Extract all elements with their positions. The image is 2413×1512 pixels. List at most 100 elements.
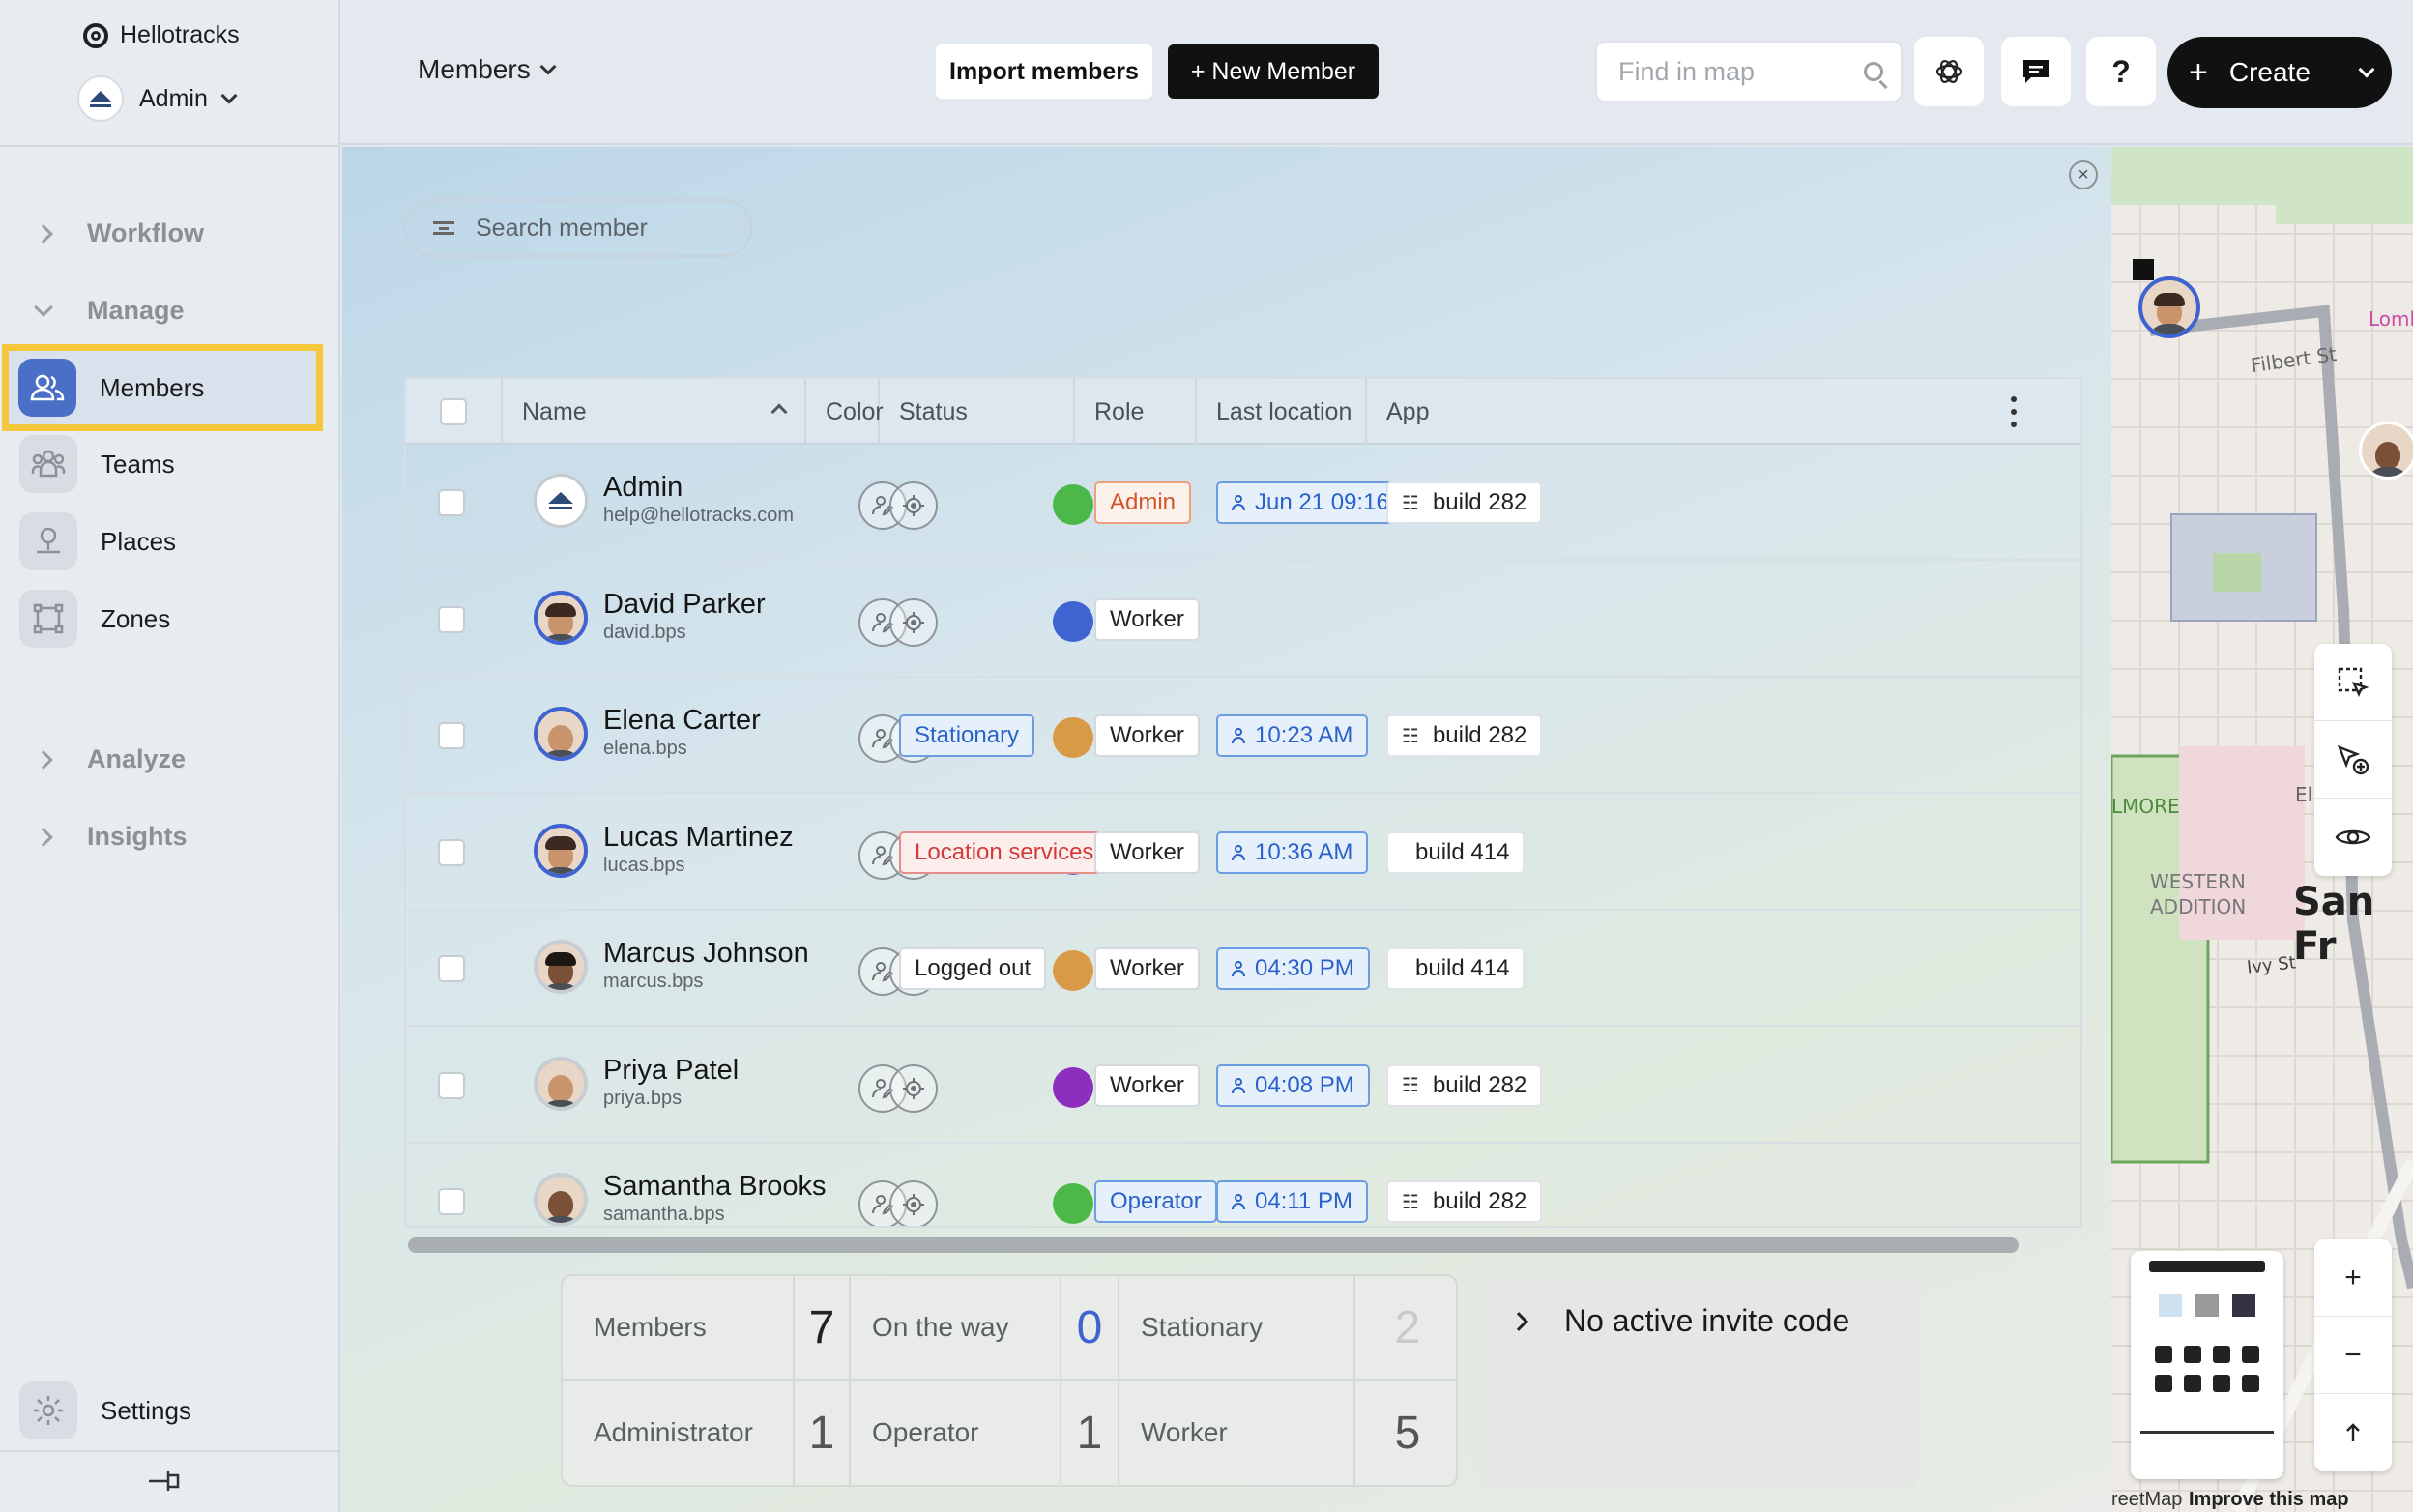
- person-icon: [1232, 1194, 1245, 1209]
- last-location-button[interactable]: 10:36 AM: [1216, 830, 1369, 874]
- column-color[interactable]: Color: [806, 379, 884, 445]
- section-workflow[interactable]: Workflow: [34, 218, 204, 248]
- sidebar-item-zones[interactable]: Zones: [17, 581, 315, 656]
- import-members-button[interactable]: Import members: [936, 44, 1152, 99]
- member-name[interactable]: Samantha Brooks: [603, 1171, 827, 1203]
- select-all-checkbox[interactable]: [440, 398, 467, 425]
- member-name[interactable]: Lucas Martinez: [603, 822, 794, 854]
- table-row[interactable]: Elena Carter elena.bps Stationary Worker 10:…: [406, 678, 2080, 794]
- person-icon: [1232, 728, 1245, 743]
- page-title-dropdown[interactable]: Members: [418, 54, 557, 85]
- close-panel-button[interactable]: ×: [2069, 160, 2098, 189]
- column-role[interactable]: Role: [1075, 379, 1197, 445]
- locate-member-button[interactable]: [889, 1063, 938, 1113]
- row-checkbox[interactable]: [438, 955, 465, 982]
- member-name[interactable]: Marcus Johnson: [603, 938, 809, 970]
- column-status[interactable]: Status: [880, 379, 1075, 445]
- column-menu-icon[interactable]: [2011, 396, 2019, 427]
- zoom-out-button[interactable]: −: [2314, 1317, 2392, 1394]
- column-name[interactable]: Name: [503, 379, 806, 445]
- android-icon: ☷: [1402, 1075, 1419, 1096]
- member-email: elena.bps: [603, 738, 687, 759]
- role-badge[interactable]: Worker: [1094, 1063, 1200, 1107]
- map-layers-thumbnail[interactable]: [2131, 1251, 2283, 1479]
- horizontal-scrollbar[interactable]: [408, 1237, 2019, 1253]
- role-badge[interactable]: Operator: [1094, 1180, 1217, 1223]
- sidebar-item-members[interactable]: Members: [2, 344, 323, 431]
- find-in-map-input[interactable]: Find in map: [1595, 41, 1903, 102]
- sidebar-item-settings[interactable]: Settings: [17, 1373, 315, 1448]
- member-name[interactable]: Elena Carter: [603, 705, 761, 737]
- member-name[interactable]: Priya Patel: [603, 1055, 739, 1087]
- invite-code-card[interactable]: No active invite code: [1477, 1274, 1920, 1487]
- app-brand[interactable]: Hellotracks: [83, 21, 240, 49]
- improve-map-link[interactable]: Improve this map: [2189, 1489, 2349, 1511]
- crosshair-icon: [903, 1194, 924, 1215]
- map-member-avatar[interactable]: [2138, 276, 2200, 338]
- member-color-dot[interactable]: [1053, 484, 1093, 525]
- member-name[interactable]: David Parker: [603, 589, 766, 621]
- column-app[interactable]: App: [1367, 379, 2080, 445]
- app-version-badge: build 414: [1386, 830, 1526, 874]
- help-button[interactable]: ?: [2086, 37, 2156, 106]
- last-location-button[interactable]: 04:30 PM: [1216, 947, 1370, 990]
- role-badge[interactable]: Worker: [1094, 714, 1200, 757]
- recenter-button[interactable]: [2314, 1394, 2392, 1471]
- android-icon: ☷: [1402, 725, 1419, 747]
- last-location-button[interactable]: 04:11 PM: [1216, 1180, 1368, 1223]
- select-area-button[interactable]: [2314, 644, 2392, 721]
- map-member-avatar[interactable]: [2359, 422, 2413, 480]
- section-manage[interactable]: Manage: [34, 296, 185, 326]
- table-row[interactable]: Admin help@hellotracks.com Admin Jun 21 09:…: [406, 445, 2080, 561]
- row-checkbox[interactable]: [438, 838, 465, 866]
- hellotracks-logo-icon: [83, 22, 108, 48]
- last-location-button[interactable]: 10:23 AM: [1216, 714, 1369, 757]
- create-button[interactable]: + Create: [2167, 37, 2392, 108]
- member-color-dot[interactable]: [1053, 1066, 1093, 1108]
- member-color-dot[interactable]: [1053, 950, 1093, 991]
- row-checkbox[interactable]: [438, 1188, 465, 1215]
- member-name[interactable]: Admin: [603, 472, 683, 504]
- member-color-dot[interactable]: [1053, 1183, 1093, 1224]
- search-member-input[interactable]: Search member: [404, 199, 752, 257]
- table-row[interactable]: Samantha Brooks samantha.bps Operator 04:11…: [406, 1144, 2080, 1226]
- role-badge[interactable]: Worker: [1094, 830, 1200, 874]
- app-build: build 282: [1432, 489, 1527, 515]
- member-color-dot[interactable]: [1053, 600, 1093, 642]
- map-attribution[interactable]: reetMap: [2111, 1489, 2182, 1511]
- chat-button[interactable]: [2001, 37, 2071, 106]
- column-last-location[interactable]: Last location: [1197, 379, 1367, 445]
- row-checkbox[interactable]: [438, 605, 465, 633]
- table-row[interactable]: Marcus Johnson marcus.bps Logged out Worker…: [406, 911, 2080, 1027]
- section-insights[interactable]: Insights: [34, 822, 188, 852]
- section-analyze[interactable]: Analyze: [34, 744, 187, 774]
- section-label: Analyze: [87, 744, 187, 773]
- row-checkbox[interactable]: [438, 722, 465, 749]
- section-label: Workflow: [87, 218, 204, 247]
- account-switcher[interactable]: Admin: [77, 75, 238, 122]
- sidebar-item-teams[interactable]: Teams: [17, 426, 315, 502]
- locate-member-button[interactable]: [889, 597, 938, 647]
- invite-code-row: No active invite code: [1509, 1303, 1849, 1339]
- add-route-point-button[interactable]: [2314, 721, 2392, 799]
- sidebar-item-places[interactable]: Places: [17, 504, 315, 579]
- locate-member-button[interactable]: [889, 1180, 938, 1226]
- last-location-button[interactable]: 04:08 PM: [1216, 1063, 1370, 1107]
- row-checkbox[interactable]: [438, 1071, 465, 1099]
- ai-assistant-button[interactable]: [1914, 37, 1984, 106]
- member-color-dot[interactable]: [1053, 717, 1093, 758]
- avatar-face: [538, 602, 583, 641]
- table-row[interactable]: Lucas Martinez lucas.bps Location services…: [406, 795, 2080, 911]
- locate-member-button[interactable]: [889, 481, 938, 530]
- pin-sidebar-icon[interactable]: [147, 1468, 184, 1499]
- row-checkbox[interactable]: [438, 489, 465, 516]
- table-row[interactable]: Priya Patel priya.bps Worker 04:08 PM ☷ build…: [406, 1028, 2080, 1144]
- zoom-in-button[interactable]: +: [2314, 1239, 2392, 1317]
- visibility-toggle-button[interactable]: [2314, 799, 2392, 876]
- role-badge[interactable]: Worker: [1094, 597, 1200, 641]
- role-badge[interactable]: Worker: [1094, 947, 1200, 990]
- role-badge[interactable]: Admin: [1094, 481, 1192, 524]
- stat-on-the-way-label: On the way: [851, 1276, 1061, 1381]
- table-row[interactable]: David Parker david.bps Worker: [406, 562, 2080, 678]
- new-member-button[interactable]: + New Member: [1168, 44, 1379, 99]
